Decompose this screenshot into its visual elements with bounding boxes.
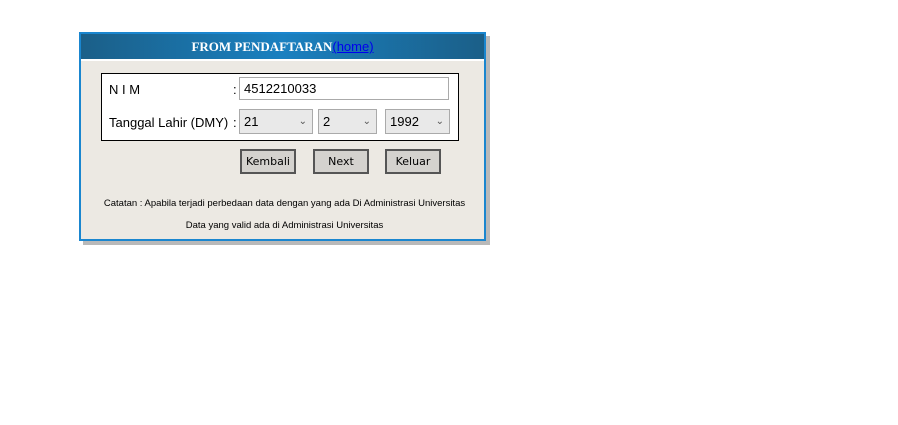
- year-select[interactable]: 1992 ⌄: [385, 109, 450, 134]
- form-box: N I M : 4512210033 Tanggal Lahir (DMY) :…: [101, 73, 459, 141]
- chevron-down-icon: ⌄: [435, 116, 444, 127]
- dob-label: Tanggal Lahir (DMY): [109, 115, 229, 130]
- note-line-1: Catatan : Apabila terjadi perbedaan data…: [103, 198, 466, 209]
- panel-header: FROM PENDAFTARAN(home): [81, 34, 484, 61]
- month-value: 2: [323, 114, 331, 129]
- day-select[interactable]: 21 ⌄: [239, 109, 313, 134]
- day-value: 21: [244, 114, 259, 129]
- dob-colon: :: [233, 115, 237, 130]
- back-button[interactable]: Kembali: [240, 149, 296, 174]
- note-line-2: Data yang valid ada di Administrasi Univ…: [185, 220, 384, 231]
- year-value: 1992: [390, 114, 419, 129]
- chevron-down-icon: ⌄: [362, 116, 371, 127]
- nim-colon: :: [233, 82, 237, 97]
- next-button[interactable]: Next: [313, 149, 369, 174]
- registration-panel: FROM PENDAFTARAN(home) N I M : 451221003…: [79, 32, 486, 241]
- nim-label: N I M: [109, 82, 141, 97]
- panel-title: FROM PENDAFTARAN: [191, 39, 333, 54]
- exit-button[interactable]: Keluar: [385, 149, 441, 174]
- chevron-down-icon: ⌄: [298, 116, 307, 127]
- nim-input[interactable]: 4512210033: [239, 77, 449, 100]
- month-select[interactable]: 2 ⌄: [318, 109, 377, 134]
- home-link[interactable]: (home): [332, 39, 373, 54]
